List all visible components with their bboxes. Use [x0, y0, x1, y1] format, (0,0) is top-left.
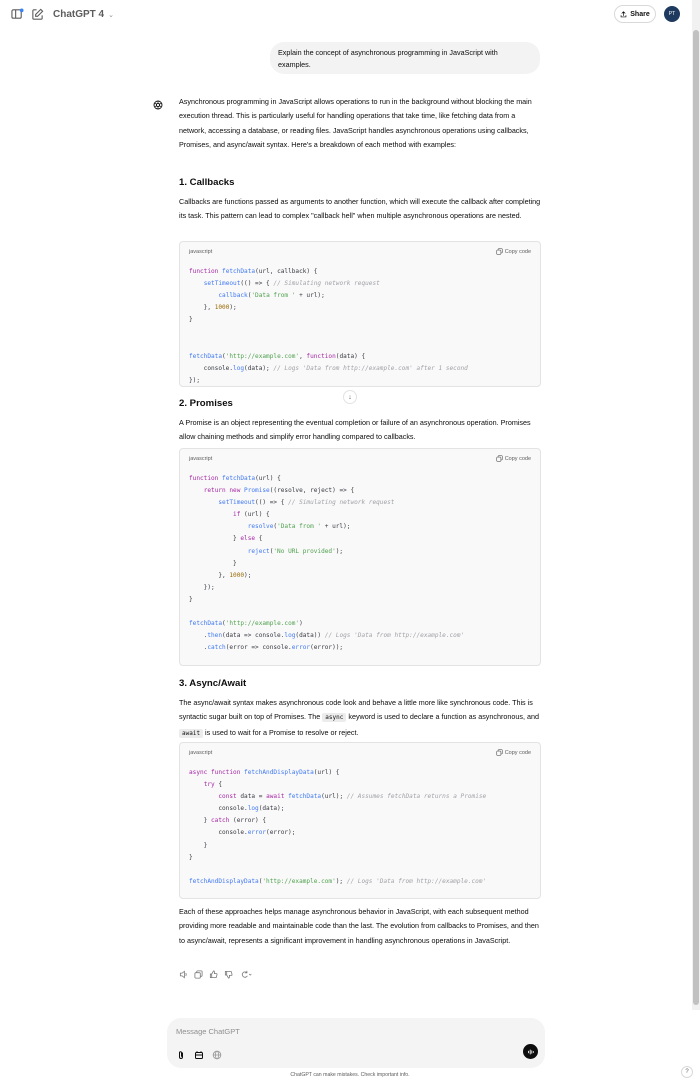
message-composer	[167, 1018, 545, 1068]
code-content: function fetchData(url) { return new Pro…	[189, 475, 465, 652]
scrollbar-thumb[interactable]	[693, 30, 699, 1005]
copy-icon	[496, 248, 503, 255]
copy-label: Copy code	[504, 455, 531, 462]
globe-icon[interactable]	[212, 1047, 222, 1060]
copy-icon	[496, 455, 503, 462]
chatgpt-logo-icon	[153, 97, 163, 110]
read-aloud-icon[interactable]	[179, 970, 188, 979]
assistant-conclusion: Each of these approaches helps manage as…	[179, 907, 539, 945]
help-button[interactable]: ?	[681, 1066, 693, 1078]
code-block: javascript Copy code function fetchData(…	[179, 241, 541, 387]
share-button[interactable]: Share	[614, 5, 656, 23]
tools-icon[interactable]	[194, 1047, 204, 1059]
thumbs-down-icon[interactable]	[224, 970, 233, 979]
copy-code-button[interactable]: Copy code	[496, 749, 531, 756]
copy-code-button[interactable]: Copy code	[496, 248, 531, 255]
disclaimer-text: ChatGPT can make mistakes. Check importa…	[290, 1072, 410, 1078]
share-icon	[620, 10, 627, 17]
copy-icon	[496, 749, 503, 756]
sidebar-toggle-icon[interactable]	[11, 8, 24, 21]
assistant-intro: Asynchronous programming in JavaScript a…	[179, 97, 532, 149]
thumbs-up-icon[interactable]	[209, 970, 218, 979]
section-text: A Promise is an object representing the …	[179, 418, 531, 442]
section-heading: 1. Callbacks	[179, 177, 235, 188]
code-language: javascript	[189, 249, 213, 255]
voice-wave-icon	[527, 1049, 534, 1054]
copy-icon[interactable]	[194, 970, 203, 979]
code-block: javascript Copy code async function fetc…	[179, 742, 541, 899]
code-language: javascript	[189, 750, 213, 756]
code-language: javascript	[189, 456, 213, 462]
inline-code-await: await	[179, 728, 204, 738]
code-content: function fetchData(url, callback) { setT…	[189, 268, 468, 384]
copy-label: Copy code	[504, 749, 531, 756]
model-selector[interactable]: ChatGPT 4 ⌄	[53, 9, 114, 20]
section-text: Callbacks are functions passed as argume…	[179, 197, 541, 221]
message-actions	[179, 970, 253, 979]
share-label: Share	[630, 10, 650, 18]
section-heading: 3. Async/Await	[179, 678, 247, 689]
copy-code-button[interactable]: Copy code	[496, 455, 531, 462]
regenerate-icon[interactable]	[239, 970, 253, 979]
user-message: Explain the concept of asynchronous prog…	[270, 42, 540, 74]
inline-code-async: async	[322, 713, 347, 723]
code-content: async function fetchAndDisplayData(url) …	[189, 769, 487, 885]
new-chat-icon[interactable]	[31, 8, 44, 21]
model-name: ChatGPT 4	[53, 9, 105, 20]
copy-label: Copy code	[504, 248, 531, 255]
code-block: javascript Copy code function fetchData(…	[179, 448, 541, 666]
avatar[interactable]: PT	[664, 6, 680, 22]
message-input[interactable]	[176, 1024, 476, 1038]
voice-mode-button[interactable]	[523, 1044, 538, 1059]
chevron-down-icon: ⌄	[108, 11, 114, 19]
top-bar: ChatGPT 4 ⌄ Share PT	[0, 0, 700, 30]
scroll-down-arrow-icon[interactable]: ↓	[343, 390, 357, 404]
section-heading: 2. Promises	[179, 398, 233, 409]
attach-icon[interactable]	[176, 1047, 186, 1059]
section-text: The async/await syntax makes asynchronou…	[179, 698, 539, 738]
